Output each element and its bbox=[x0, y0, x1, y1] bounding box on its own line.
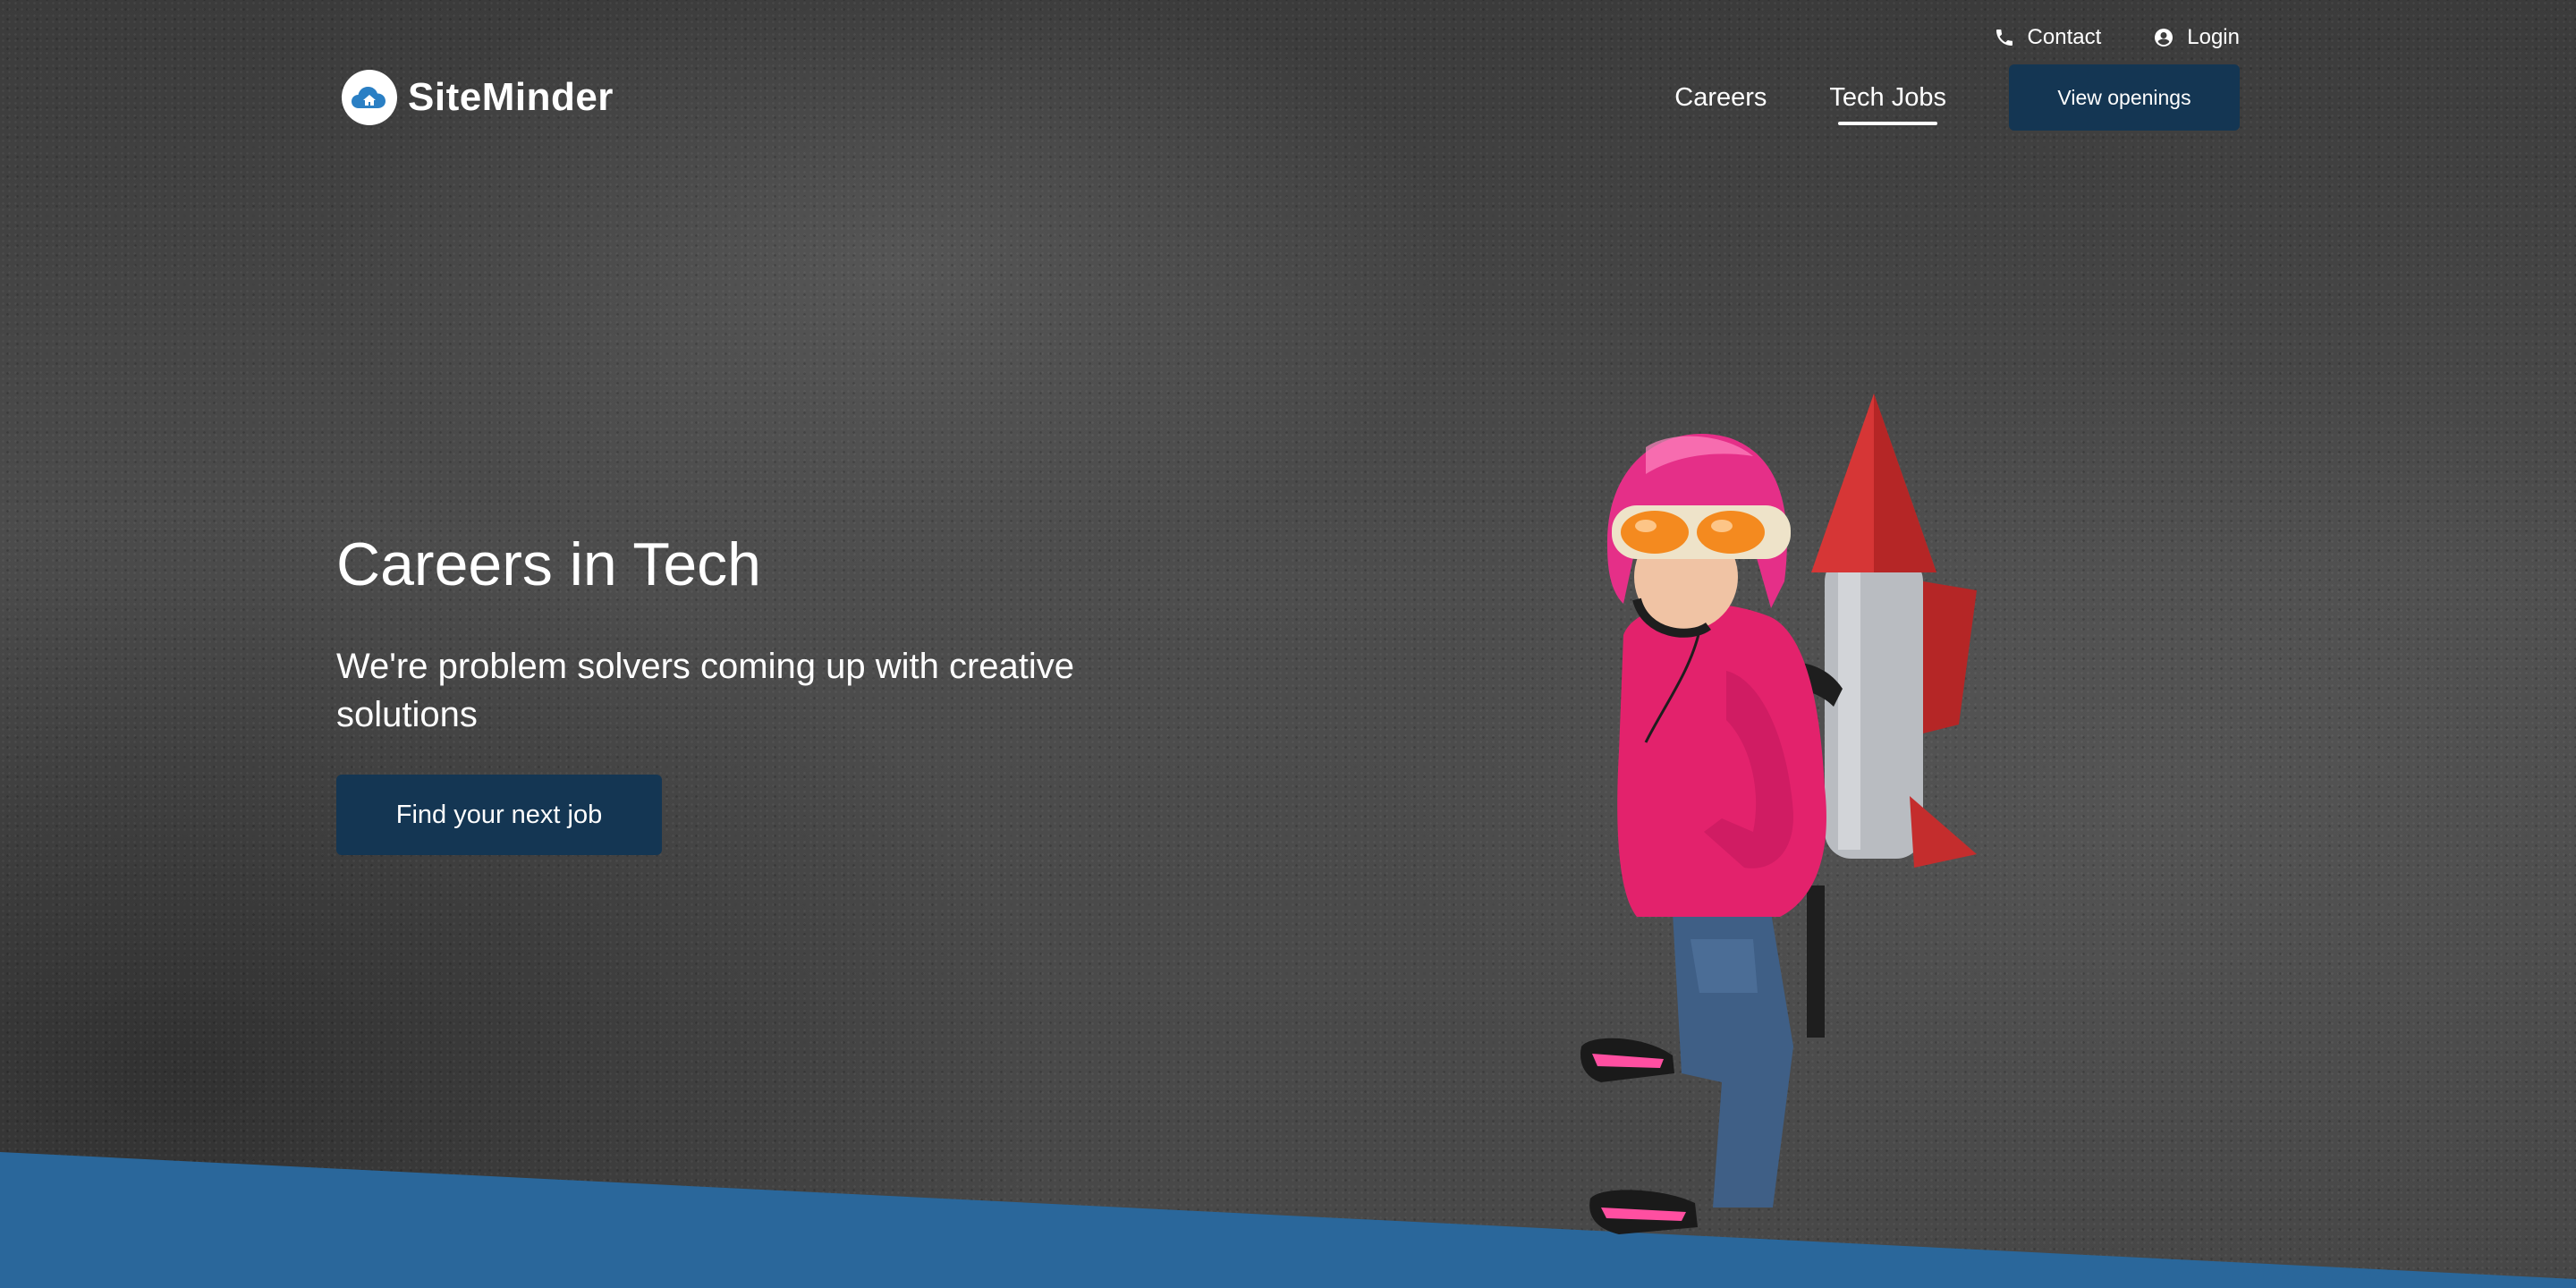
find-job-button[interactable]: Find your next job bbox=[336, 775, 662, 855]
nav-item-careers[interactable]: Careers bbox=[1674, 71, 1767, 125]
cloud-house-icon bbox=[342, 70, 397, 125]
login-label: Login bbox=[2187, 25, 2240, 49]
page-title: Careers in Tech bbox=[336, 530, 761, 598]
login-link[interactable]: Login bbox=[2153, 25, 2240, 50]
nav-item-tech-jobs[interactable]: Tech Jobs bbox=[1829, 71, 1946, 125]
utility-nav: Contact Login bbox=[1994, 25, 2240, 50]
brand-name: SiteMinder bbox=[408, 75, 614, 119]
siteminder-logo[interactable]: SiteMinder bbox=[342, 70, 614, 125]
contact-link[interactable]: Contact bbox=[1994, 25, 2102, 50]
view-openings-button[interactable]: View openings bbox=[2009, 64, 2240, 131]
hero-subtitle: We're problem solvers coming up with cre… bbox=[336, 647, 1074, 734]
phone-icon bbox=[1996, 30, 2012, 46]
user-circle-icon bbox=[2155, 29, 2174, 47]
main-nav: Careers Tech Jobs View openings bbox=[1674, 64, 2240, 131]
contact-label: Contact bbox=[2027, 25, 2102, 49]
rocket-kid-illustration bbox=[1580, 394, 1977, 1234]
